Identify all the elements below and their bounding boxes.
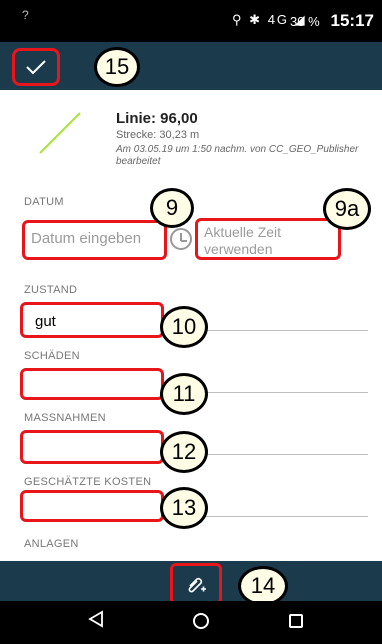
date-placeholder: Datum eingeben (31, 230, 142, 247)
measures-underline (200, 454, 368, 455)
network-label: 4G (267, 12, 290, 27)
callout-date: 9 (150, 188, 194, 228)
callout-measures: 12 (160, 431, 208, 473)
date-field[interactable]: Datum eingeben (22, 220, 167, 260)
condition-value: gut (35, 313, 56, 330)
current-time-label: Aktuelle Zeit verwenden (204, 224, 282, 257)
callout-condition: 10 (160, 306, 208, 348)
save-button[interactable] (12, 48, 60, 86)
check-icon (26, 60, 46, 75)
feature-edited-info: Am 03.05.19 um 1:50 nachm. von CC_GEO_Pu… (116, 144, 359, 167)
condition-field[interactable]: gut (20, 302, 164, 338)
feature-title: Linie: 96,00 (116, 110, 198, 127)
current-time-button[interactable]: Aktuelle Zeit verwenden (195, 218, 341, 260)
wifi-unknown-icon: ? (22, 8, 29, 22)
cost-label: GESCHÄTZTE KOSTEN (24, 476, 152, 488)
cost-field[interactable] (20, 490, 164, 522)
add-attachment-button[interactable] (170, 563, 222, 605)
measures-label: MASSNAHMEN (24, 412, 106, 424)
line-symbol (39, 112, 81, 154)
damage-underline (200, 392, 368, 393)
callout-current-time: 9a (323, 188, 371, 230)
damage-label: SCHÄDEN (24, 350, 80, 362)
status-bar: ? ⚲ ✱ 4G ◢ 30 % 15:17 (0, 0, 382, 42)
home-icon[interactable] (193, 613, 209, 629)
condition-underline (200, 330, 368, 331)
top-app-bar (0, 42, 382, 90)
back-icon[interactable] (88, 610, 104, 628)
bluetooth-icon: ✱ (249, 12, 263, 27)
system-nav-bar (0, 601, 382, 644)
recent-apps-icon[interactable] (289, 614, 303, 628)
clock-time: 15:17 (330, 11, 374, 30)
condition-label: ZUSTAND (24, 284, 78, 296)
damage-field[interactable] (20, 368, 164, 400)
measures-field[interactable] (20, 430, 164, 464)
callout-save: 15 (94, 47, 140, 87)
attachments-label: ANLAGEN (24, 538, 79, 550)
callout-cost: 13 (160, 487, 208, 529)
attach-icon (188, 577, 206, 593)
line-geometry-icon (39, 112, 81, 154)
location-icon: ⚲ (232, 12, 244, 27)
date-label: DATUM (24, 196, 64, 208)
callout-attach: 14 (238, 566, 288, 606)
clock-icon (170, 228, 192, 250)
battery-level: 30 % (290, 14, 320, 29)
callout-damage: 11 (160, 373, 208, 415)
cost-underline (200, 516, 368, 517)
feature-length: Strecke: 30,23 m (116, 129, 200, 141)
